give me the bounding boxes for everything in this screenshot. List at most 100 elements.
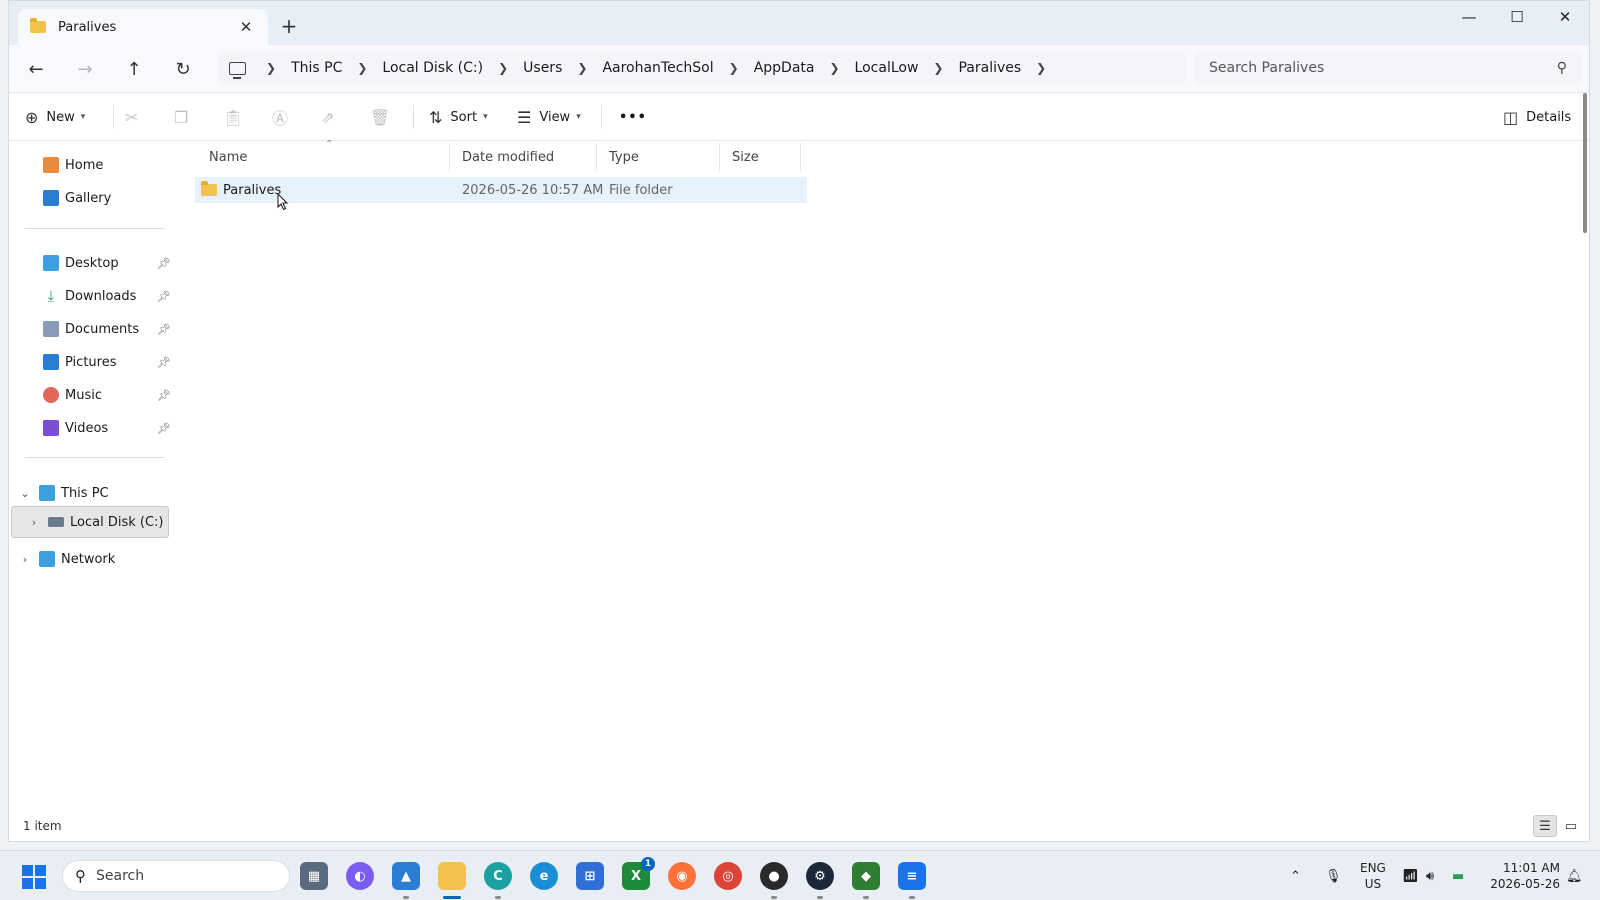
column-header-type[interactable]: Type [603,141,719,173]
search-box[interactable]: ⚲ [1195,51,1581,85]
nav-item-desktop[interactable]: Desktop 📌︎ [9,247,177,279]
column-divider[interactable] [800,143,801,171]
pin-icon[interactable]: 📌︎ [157,257,171,270]
more-options-button[interactable]: ••• [619,101,647,133]
edge-app-icon[interactable]: e [530,862,558,890]
taskbar-search[interactable]: ⚲ Search [62,860,290,892]
crumb-paralives[interactable]: Paralives [958,60,1021,76]
start-button[interactable] [22,865,46,889]
column-divider[interactable] [719,143,720,171]
nav-item-downloads[interactable]: ⤓ Downloads 📌︎ [9,280,177,312]
up-button[interactable]: ↑ [119,55,149,83]
chevron-right-icon[interactable]: ❯ [357,61,367,75]
column-divider[interactable] [596,143,597,171]
crumb-locallow[interactable]: LocalLow [855,60,919,76]
pin-icon[interactable]: 📌︎ [157,422,171,435]
column-divider[interactable] [449,143,450,171]
chevron-right-icon[interactable]: ❯ [829,61,839,75]
view-button[interactable]: ☰ View ▾ [517,101,581,133]
crumb-appdata[interactable]: AppData [754,60,815,76]
nav-item-home[interactable]: Home [9,149,177,181]
pin-icon[interactable]: 📌︎ [157,290,171,303]
nav-item-network[interactable]: › Network [9,543,177,575]
cut-button[interactable]: ✂ [125,101,146,133]
copy-button[interactable]: ❐ [174,101,196,133]
vertical-scrollbar[interactable] [1583,93,1587,233]
steam-app-icon[interactable]: ⚙ [806,862,834,890]
nav-item-gallery[interactable]: Gallery [9,182,177,214]
sort-button[interactable]: ⇅ Sort ▾ [429,101,488,133]
column-header-date[interactable]: Date modified [456,141,596,173]
tiles-view-toggle[interactable]: ▭ [1559,815,1583,837]
obs-app-icon[interactable]: ● [760,862,788,890]
crumb-this-pc[interactable]: This PC [291,60,342,76]
maximize-button[interactable]: ☐ [1493,1,1541,33]
firefox-app-icon[interactable]: ◉ [668,862,696,890]
tab-paralives[interactable]: Paralives ✕ [18,9,268,45]
search-icon[interactable]: ⚲ [1557,60,1567,76]
breadcrumb[interactable]: ❯ This PC ❯ Local Disk (C:) ❯ Users ❯ Aa… [219,51,1185,85]
nav-item-local-disk[interactable]: › Local Disk (C:) [11,506,169,538]
notifications-icon[interactable]: 🔔︎ [1566,851,1583,900]
sort-icon: ⇅ [429,107,443,127]
photos-app-icon[interactable]: ▲ [392,862,420,890]
chevron-right-icon[interactable]: ❯ [729,61,739,75]
copilot-app-icon[interactable]: ◐ [346,862,374,890]
new-button[interactable]: ⊕ New ▾ [25,101,85,133]
refresh-button[interactable]: ↻ [168,55,198,83]
store-app-icon[interactable]: ⊞ [576,862,604,890]
game-app-icon[interactable]: ◆ [852,862,880,890]
pin-icon[interactable]: 📌︎ [157,356,171,369]
search-input[interactable] [1209,60,1557,76]
chevron-right-icon[interactable]: ❯ [498,61,508,75]
divider [25,457,165,458]
file-name[interactable]: Paralives [223,183,281,198]
folder-icon [30,18,46,33]
column-header-name[interactable]: Name [203,141,445,173]
chrome-app-icon[interactable]: ◎ [714,862,742,890]
show-hidden-icons-button[interactable]: ⌃ [1290,851,1301,900]
details-view-toggle[interactable]: ☰ [1533,815,1557,837]
details-pane-button[interactable]: ◫ Details [1503,101,1571,133]
new-tab-button[interactable]: + [277,15,301,39]
system-clock[interactable]: 11:01 AM 2026-05-26 [1484,860,1560,892]
calculator-app-icon[interactable]: ▦ [300,862,328,890]
pin-icon[interactable]: 📌︎ [157,389,171,402]
paste-button[interactable]: 📋︎ [223,101,251,133]
nav-item-documents[interactable]: Documents 📌︎ [9,313,177,345]
chevron-right-icon[interactable]: › [19,553,31,566]
share-button[interactable]: ⇗ [321,101,342,133]
close-window-button[interactable]: ✕ [1541,1,1589,33]
microphone-icon[interactable]: 🎙︎ [1325,851,1342,900]
minimize-button[interactable]: — [1445,1,1493,33]
chevron-right-icon[interactable]: ❯ [266,61,276,75]
wifi-icon[interactable]: 📶︎ [1402,851,1419,900]
volume-icon[interactable]: 🔊︎ [1426,851,1434,900]
language-indicator[interactable]: ENG US [1360,860,1386,892]
pin-icon[interactable]: 📌︎ [157,323,171,336]
crumb-users[interactable]: Users [523,60,562,76]
column-header-size[interactable]: Size [726,141,798,173]
back-button[interactable]: ← [21,55,51,83]
nav-item-this-pc[interactable]: ⌄ This PC [9,477,177,509]
chevron-right-icon[interactable]: ❯ [577,61,587,75]
chevron-down-icon: ▾ [576,112,581,122]
nav-item-videos[interactable]: Videos 📌︎ [9,412,177,444]
crumb-local-disk[interactable]: Local Disk (C:) [382,60,483,76]
xbox-app-icon[interactable]: X1 [622,857,655,890]
battery-icon[interactable]: ▬ [1452,851,1464,900]
chevron-right-icon[interactable]: › [28,516,40,529]
chevron-right-icon[interactable]: ❯ [1036,61,1046,75]
notepad-app-icon[interactable]: ≡ [898,862,926,890]
chevron-down-icon[interactable]: ⌄ [19,487,31,500]
nav-item-music[interactable]: Music 📌︎ [9,379,177,411]
close-tab-icon[interactable]: ✕ [236,18,256,36]
chevron-right-icon[interactable]: ❯ [933,61,943,75]
crumb-user[interactable]: AarohanTechSol [602,60,713,76]
delete-button[interactable]: 🗑︎ [370,101,398,133]
rename-button[interactable]: Ⓐ [272,101,296,133]
clipchamp-app-icon[interactable]: C [484,862,512,890]
forward-button[interactable]: → [70,55,100,83]
file-explorer-app-icon[interactable] [438,862,466,890]
nav-item-pictures[interactable]: Pictures 📌︎ [9,346,177,378]
